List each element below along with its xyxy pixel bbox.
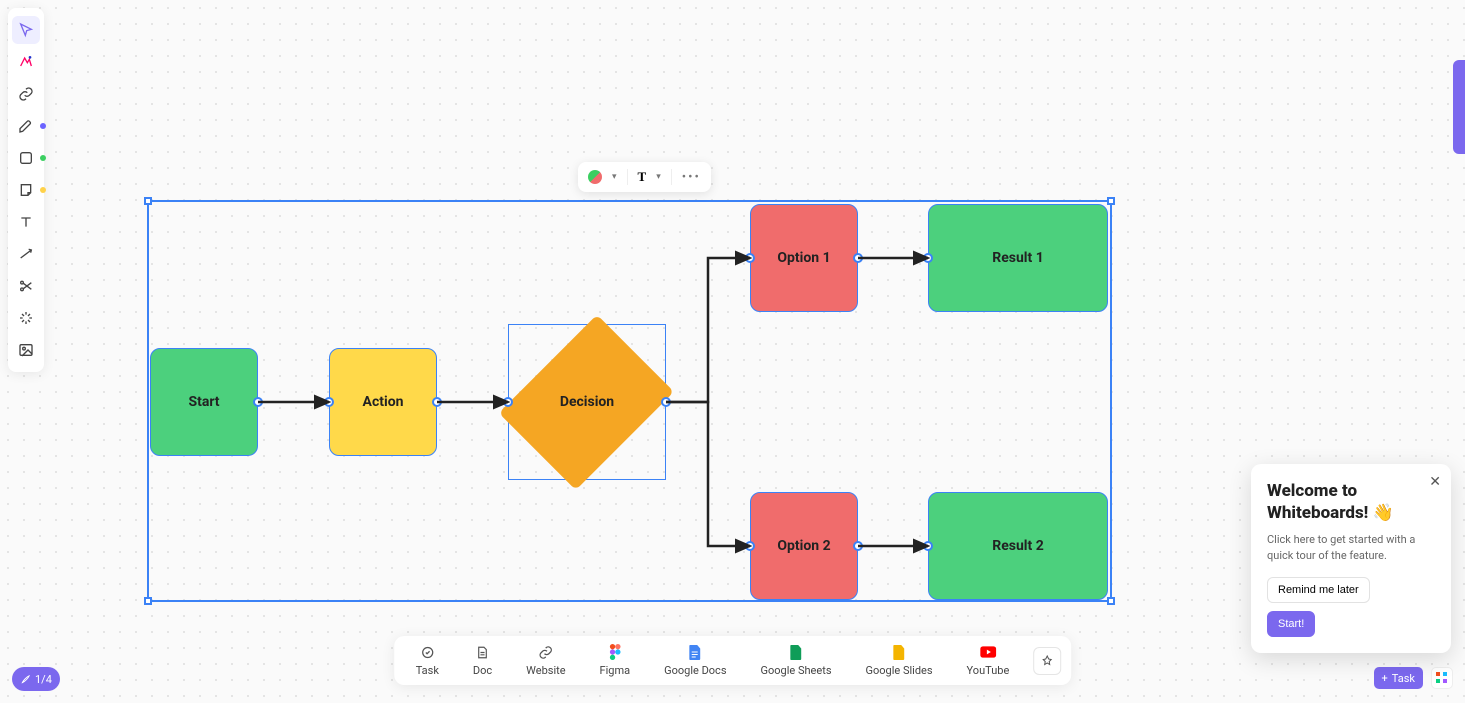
insert-google-slides[interactable]: Google Slides: [853, 644, 944, 677]
insert-doc[interactable]: Doc: [461, 644, 504, 677]
tool-image[interactable]: [12, 336, 40, 364]
insert-label: Figma: [600, 664, 631, 677]
tool-shape[interactable]: [12, 144, 40, 172]
left-toolbar: [8, 8, 44, 372]
selection-handle-br[interactable]: [1107, 597, 1115, 605]
insert-label: Task: [416, 664, 439, 677]
anchor[interactable]: [432, 397, 442, 407]
separator: [627, 169, 628, 185]
shape-option2[interactable]: Option 2: [750, 492, 858, 600]
tool-highlight[interactable]: [12, 112, 40, 140]
shape-option1-label: Option 1: [777, 250, 830, 266]
insert-google-docs[interactable]: Google Docs: [652, 644, 738, 677]
anchor[interactable]: [324, 397, 334, 407]
color-indicator-highlight: [40, 123, 46, 129]
anchor[interactable]: [923, 541, 933, 551]
shape-start[interactable]: Start: [150, 348, 258, 456]
shape-option1[interactable]: Option 1: [750, 204, 858, 312]
grid-icon: [1436, 672, 1448, 684]
pin-icon: [1041, 655, 1053, 667]
anchor[interactable]: [853, 541, 863, 551]
pin-button[interactable]: [1033, 647, 1061, 675]
anchor[interactable]: [503, 397, 513, 407]
shape-option2-label: Option 2: [777, 538, 830, 554]
shape-result2[interactable]: Result 2: [928, 492, 1108, 600]
insert-bar: Task Doc Website Figma Google Docs Googl…: [394, 636, 1072, 685]
shape-result2-label: Result 2: [992, 538, 1044, 554]
shape-decision-label: Decision: [560, 394, 614, 410]
tool-ai[interactable]: [12, 48, 40, 76]
color-indicator-shape: [40, 155, 46, 161]
tool-connector[interactable]: [12, 240, 40, 268]
insert-figma[interactable]: Figma: [588, 644, 643, 677]
shape-start-label: Start: [188, 394, 219, 410]
fill-swatch[interactable]: [588, 170, 602, 184]
tool-text[interactable]: [12, 208, 40, 236]
doc-icon: [475, 644, 491, 660]
text-style-button[interactable]: T: [638, 169, 647, 185]
shape-decision[interactable]: Decision: [508, 324, 666, 480]
insert-label: YouTube: [967, 664, 1010, 677]
anchor[interactable]: [253, 397, 263, 407]
welcome-popover: ✕ Welcome to Whiteboards! 👋 Click here t…: [1251, 464, 1451, 653]
youtube-icon: [980, 644, 996, 660]
tool-ai-spark[interactable]: [12, 304, 40, 332]
shape-result1[interactable]: Result 1: [928, 204, 1108, 312]
insert-youtube[interactable]: YouTube: [955, 644, 1022, 677]
anchor[interactable]: [923, 253, 933, 263]
insert-google-sheets[interactable]: Google Sheets: [749, 644, 844, 677]
gsheet-icon: [788, 644, 804, 660]
anchor[interactable]: [661, 397, 671, 407]
insert-label: Website: [526, 664, 565, 677]
insert-label: Google Sheets: [761, 664, 832, 677]
tool-select[interactable]: [12, 16, 40, 44]
selection-handle-tl[interactable]: [144, 197, 152, 205]
insert-task[interactable]: Task: [404, 644, 451, 677]
plus-icon: +: [1382, 672, 1388, 685]
link-icon: [538, 644, 554, 660]
popover-title: Welcome to Whiteboards! 👋: [1267, 480, 1435, 524]
onboarding-pill[interactable]: 1/4: [12, 667, 60, 691]
figma-icon: [607, 644, 623, 660]
start-button[interactable]: Start!: [1267, 611, 1315, 637]
task-button-label: Task: [1392, 672, 1415, 685]
anchor[interactable]: [745, 541, 755, 551]
right-edge-tab[interactable]: [1453, 60, 1465, 154]
pill-text: 1/4: [35, 673, 52, 686]
apps-button[interactable]: [1431, 667, 1453, 689]
gslide-icon: [891, 644, 907, 660]
rocket-icon: [20, 674, 31, 685]
remind-later-button[interactable]: Remind me later: [1267, 577, 1370, 603]
add-task-button[interactable]: + Task: [1374, 667, 1423, 689]
insert-label: Google Docs: [664, 664, 726, 677]
caret-icon[interactable]: ▾: [612, 172, 617, 182]
popover-body: Click here to get started with a quick t…: [1267, 532, 1435, 563]
caret-icon[interactable]: ▾: [656, 172, 661, 182]
selection-handle-bl[interactable]: [144, 597, 152, 605]
shape-action[interactable]: Action: [329, 348, 437, 456]
shape-result1-label: Result 1: [992, 250, 1044, 266]
insert-website[interactable]: Website: [514, 644, 577, 677]
selection-handle-tr[interactable]: [1107, 197, 1115, 205]
close-icon[interactable]: ✕: [1429, 474, 1441, 490]
insert-label: Google Slides: [865, 664, 932, 677]
insert-label: Doc: [473, 664, 492, 677]
gdoc-icon: [687, 644, 703, 660]
tool-cut[interactable]: [12, 272, 40, 300]
anchor[interactable]: [853, 253, 863, 263]
tool-sticky[interactable]: [12, 176, 40, 204]
more-icon[interactable]: •••: [682, 170, 701, 185]
anchor[interactable]: [745, 253, 755, 263]
tool-link[interactable]: [12, 80, 40, 108]
task-icon: [419, 644, 435, 660]
color-indicator-sticky: [40, 187, 46, 193]
separator: [671, 169, 672, 185]
shape-action-label: Action: [363, 394, 404, 410]
selection-toolbar: ▾ T ▾ •••: [578, 162, 711, 192]
